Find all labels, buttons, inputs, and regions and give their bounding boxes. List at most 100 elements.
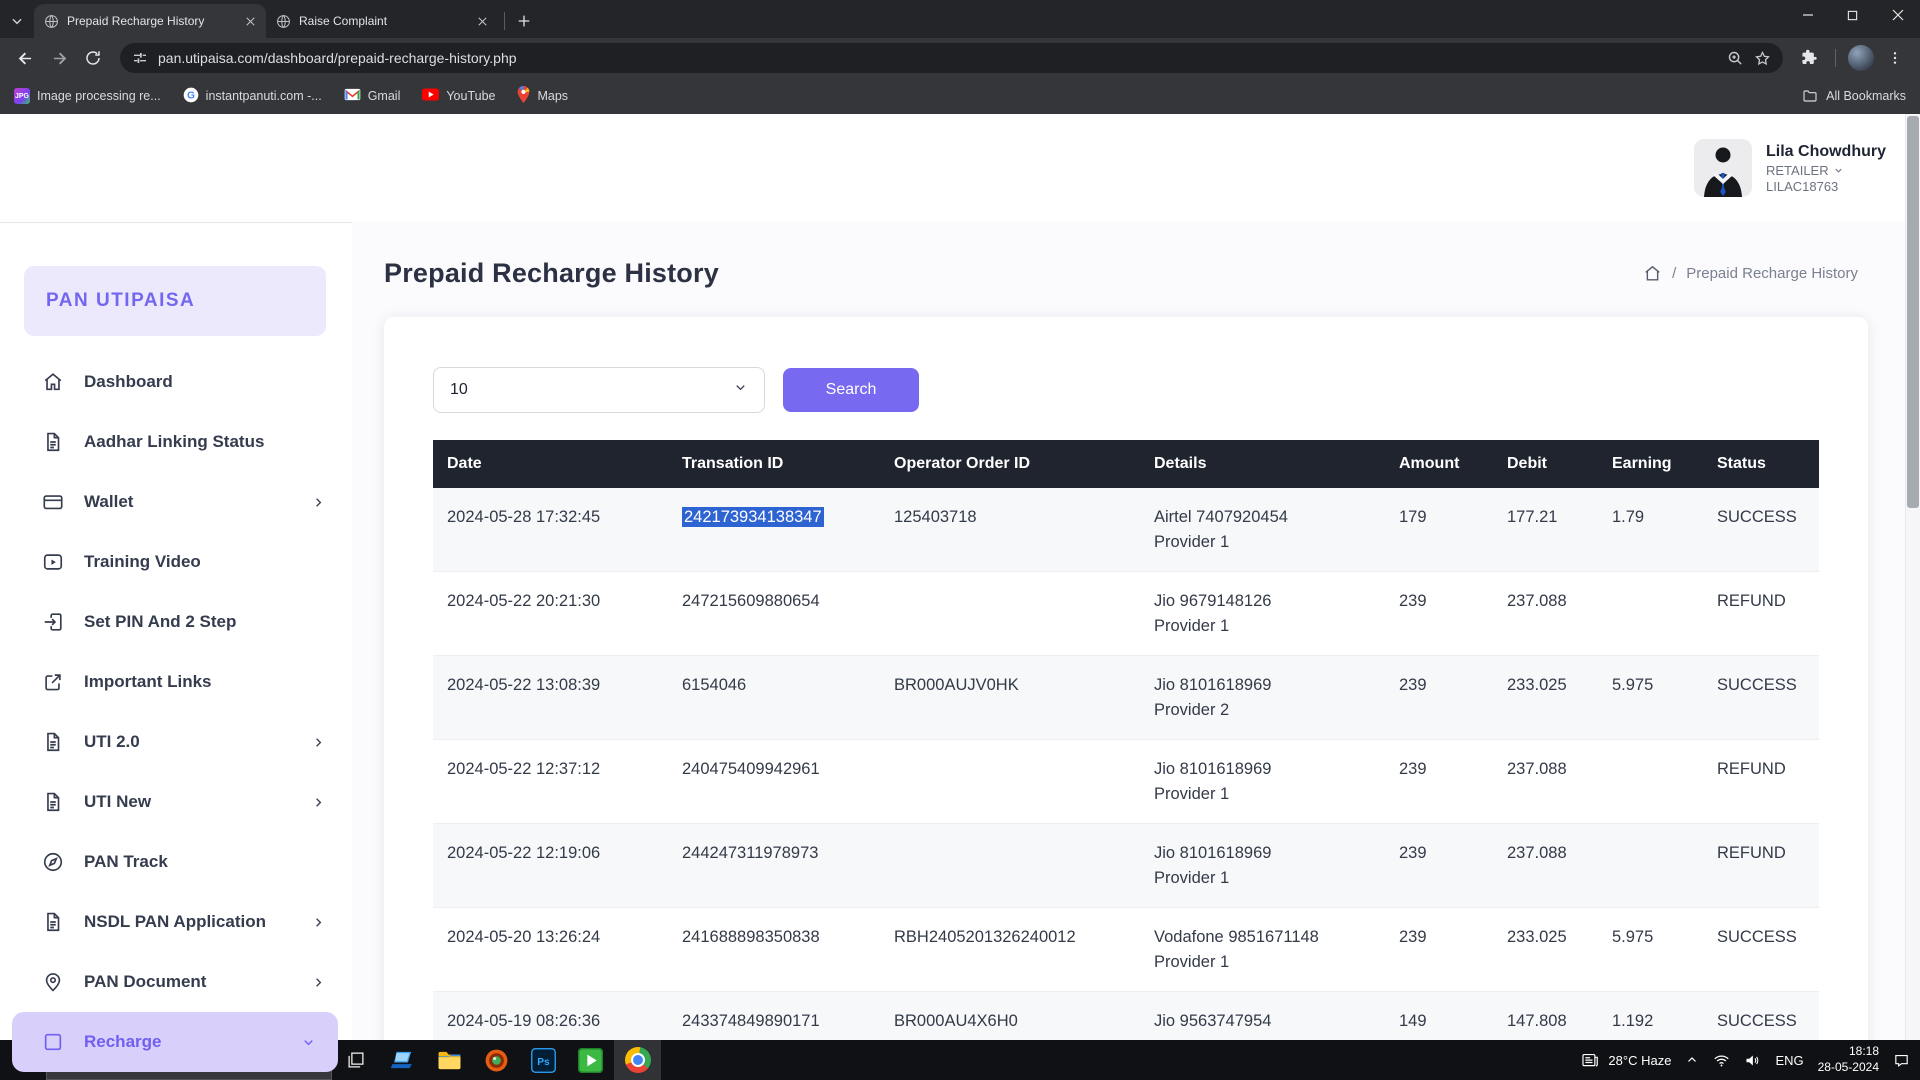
bookmark-item[interactable]: G instantpanuti.com -...: [183, 87, 322, 106]
breadcrumb-current: Prepaid Recharge History: [1686, 265, 1858, 282]
bookmark-item[interactable]: Gmail: [344, 88, 401, 104]
page-header: Lila Chowdhury RETAILER LILAC18763: [0, 114, 1920, 222]
browser-profile-avatar[interactable]: [1846, 43, 1876, 73]
cell-amount: 239: [1385, 656, 1493, 739]
language-indicator[interactable]: ENG: [1775, 1053, 1803, 1068]
cell-transaction-id: 244247311978973: [668, 824, 880, 907]
taskbar-app-camera-app[interactable]: [473, 1040, 520, 1080]
window-maximize-button[interactable]: [1830, 0, 1875, 30]
bookmark-label: instantpanuti.com -...: [206, 89, 322, 103]
svg-text:G: G: [187, 90, 195, 101]
volume-icon[interactable]: [1744, 1052, 1761, 1069]
taskbar-app-laptop[interactable]: [379, 1040, 426, 1080]
sidebar-item-pan-track[interactable]: PAN Track: [0, 832, 352, 892]
sidebar-item-uti-2-0[interactable]: UTI 2.0: [0, 712, 352, 772]
zoom-icon[interactable]: [1727, 50, 1744, 67]
tab-close-icon[interactable]: [474, 13, 490, 29]
tray-chevron-up-icon[interactable]: [1685, 1053, 1699, 1067]
sidebar: PAN UTIPAISA Dashboard Aadhar Linking St…: [0, 222, 352, 1040]
table-header-row: DateTransation IDOperator Order IDDetail…: [433, 440, 1819, 488]
sidebar-item-training-video[interactable]: Training Video: [0, 532, 352, 592]
bookmark-star-icon[interactable]: [1754, 50, 1771, 67]
browser-tab-raise-complaint[interactable]: Raise Complaint: [266, 4, 498, 38]
tab-search-chevron-icon[interactable]: [0, 4, 34, 38]
window-close-button[interactable]: [1875, 0, 1920, 30]
table-row: 2024-05-22 12:37:12 240475409942961 Jio …: [433, 740, 1819, 824]
back-icon[interactable]: [10, 43, 40, 73]
forward-icon[interactable]: [44, 43, 74, 73]
taskbar-app-photoshop[interactable]: Ps: [520, 1040, 567, 1080]
action-center-icon[interactable]: [1893, 1052, 1910, 1069]
clock-widget[interactable]: 18:18 28-05-2024: [1818, 1044, 1879, 1075]
cell-date: 2024-05-28 17:32:45: [433, 488, 668, 571]
browser-menu-kebab-icon[interactable]: [1880, 43, 1910, 73]
sidebar-item-uti-new[interactable]: UTI New: [0, 772, 352, 832]
taskbar-app-play-store[interactable]: [567, 1040, 614, 1080]
globe-favicon-icon: [276, 14, 291, 29]
page-size-value: 10: [450, 381, 468, 399]
browser-tab-prepaid-recharge-history[interactable]: Prepaid Recharge History: [34, 4, 266, 38]
bookmark-label: YouTube: [446, 89, 495, 103]
cell-status: REFUND: [1703, 740, 1818, 823]
brand-text: PAN UTIPAISA: [46, 290, 195, 312]
cell-date: 2024-05-19 08:26:36: [433, 992, 668, 1040]
cell-amount: 239: [1385, 740, 1493, 823]
sidebar-item-pan-document[interactable]: PAN Document: [0, 952, 352, 1012]
cell-debit: 237.088: [1493, 824, 1598, 907]
reload-icon[interactable]: [78, 43, 108, 73]
cell-date: 2024-05-22 20:21:30: [433, 572, 668, 655]
url-bar[interactable]: pan.utipaisa.com/dashboard/prepaid-recha…: [120, 43, 1783, 73]
square-icon: [42, 1031, 64, 1053]
extensions-puzzle-icon[interactable]: [1795, 43, 1825, 73]
gmail-icon: [344, 88, 361, 104]
sidebar-item-important-links[interactable]: Important Links: [0, 652, 352, 712]
cell-details: Jio 8101618969Provider 2: [1140, 656, 1385, 739]
tab-close-icon[interactable]: [242, 13, 258, 29]
weather-widget[interactable]: 28°C Haze: [1581, 1051, 1671, 1070]
cell-status: SUCCESS: [1703, 908, 1818, 991]
cell-earning: [1598, 740, 1703, 823]
youtube-icon: [422, 88, 439, 104]
sidebar-item-wallet[interactable]: Wallet: [0, 472, 352, 532]
home-icon[interactable]: [1643, 264, 1662, 283]
scrollbar-thumb[interactable]: [1907, 116, 1919, 508]
search-button[interactable]: Search: [783, 368, 919, 412]
cell-transaction-id: 6154046: [668, 656, 880, 739]
all-bookmarks-button[interactable]: All Bookmarks: [1802, 88, 1906, 104]
table-row: 2024-05-20 13:26:24 241688898350838 RBH2…: [433, 908, 1819, 992]
cell-status: REFUND: [1703, 824, 1818, 907]
sidebar-item-aadhar-linking-status[interactable]: Aadhar Linking Status: [0, 412, 352, 472]
user-role-dropdown[interactable]: RETAILER: [1766, 163, 1886, 178]
weather-text: 28°C Haze: [1608, 1053, 1671, 1068]
page-size-select[interactable]: 10: [433, 367, 765, 413]
column-header-details: Details: [1140, 455, 1385, 473]
cell-details: Jio 8101618969Provider 1: [1140, 824, 1385, 907]
page-scrollbar[interactable]: [1905, 114, 1920, 1040]
url-text[interactable]: pan.utipaisa.com/dashboard/prepaid-recha…: [158, 50, 1717, 66]
bookmark-label: Image processing re...: [37, 89, 161, 103]
bookmark-item[interactable]: YouTube: [422, 88, 495, 104]
brand-logo[interactable]: PAN UTIPAISA: [24, 266, 326, 336]
cell-status: REFUND: [1703, 572, 1818, 655]
sidebar-item-dashboard[interactable]: Dashboard: [0, 352, 352, 412]
cell-operator-order-id: [880, 824, 1140, 907]
selected-text: 242173934138347: [682, 507, 824, 527]
window-minimize-button[interactable]: [1785, 0, 1830, 30]
user-avatar[interactable]: [1694, 139, 1752, 197]
sidebar-item-nsdl-pan-application[interactable]: NSDL PAN Application: [0, 892, 352, 952]
browser-tabstrip: Prepaid Recharge History Raise Complaint: [0, 0, 1920, 38]
bookmark-item[interactable]: JPG Image processing re...: [14, 88, 161, 104]
cell-status: SUCCESS: [1703, 488, 1818, 571]
wifi-icon[interactable]: [1713, 1052, 1730, 1069]
bookmark-item[interactable]: Maps: [517, 86, 568, 106]
new-tab-button[interactable]: [511, 8, 537, 34]
tab-separator: [504, 12, 505, 30]
chevron-right-icon: [311, 735, 326, 750]
taskbar-app-file-explorer[interactable]: [426, 1040, 473, 1080]
site-settings-tune-icon[interactable]: [132, 50, 148, 66]
sidebar-item-set-pin-and-2-step[interactable]: Set PIN And 2 Step: [0, 592, 352, 652]
sidebar-item-recharge[interactable]: Recharge: [12, 1012, 338, 1072]
folder-icon: [1802, 88, 1818, 104]
cell-details: Vodafone 9851671148Provider 1: [1140, 908, 1385, 991]
taskbar-app-chrome[interactable]: [614, 1040, 661, 1080]
